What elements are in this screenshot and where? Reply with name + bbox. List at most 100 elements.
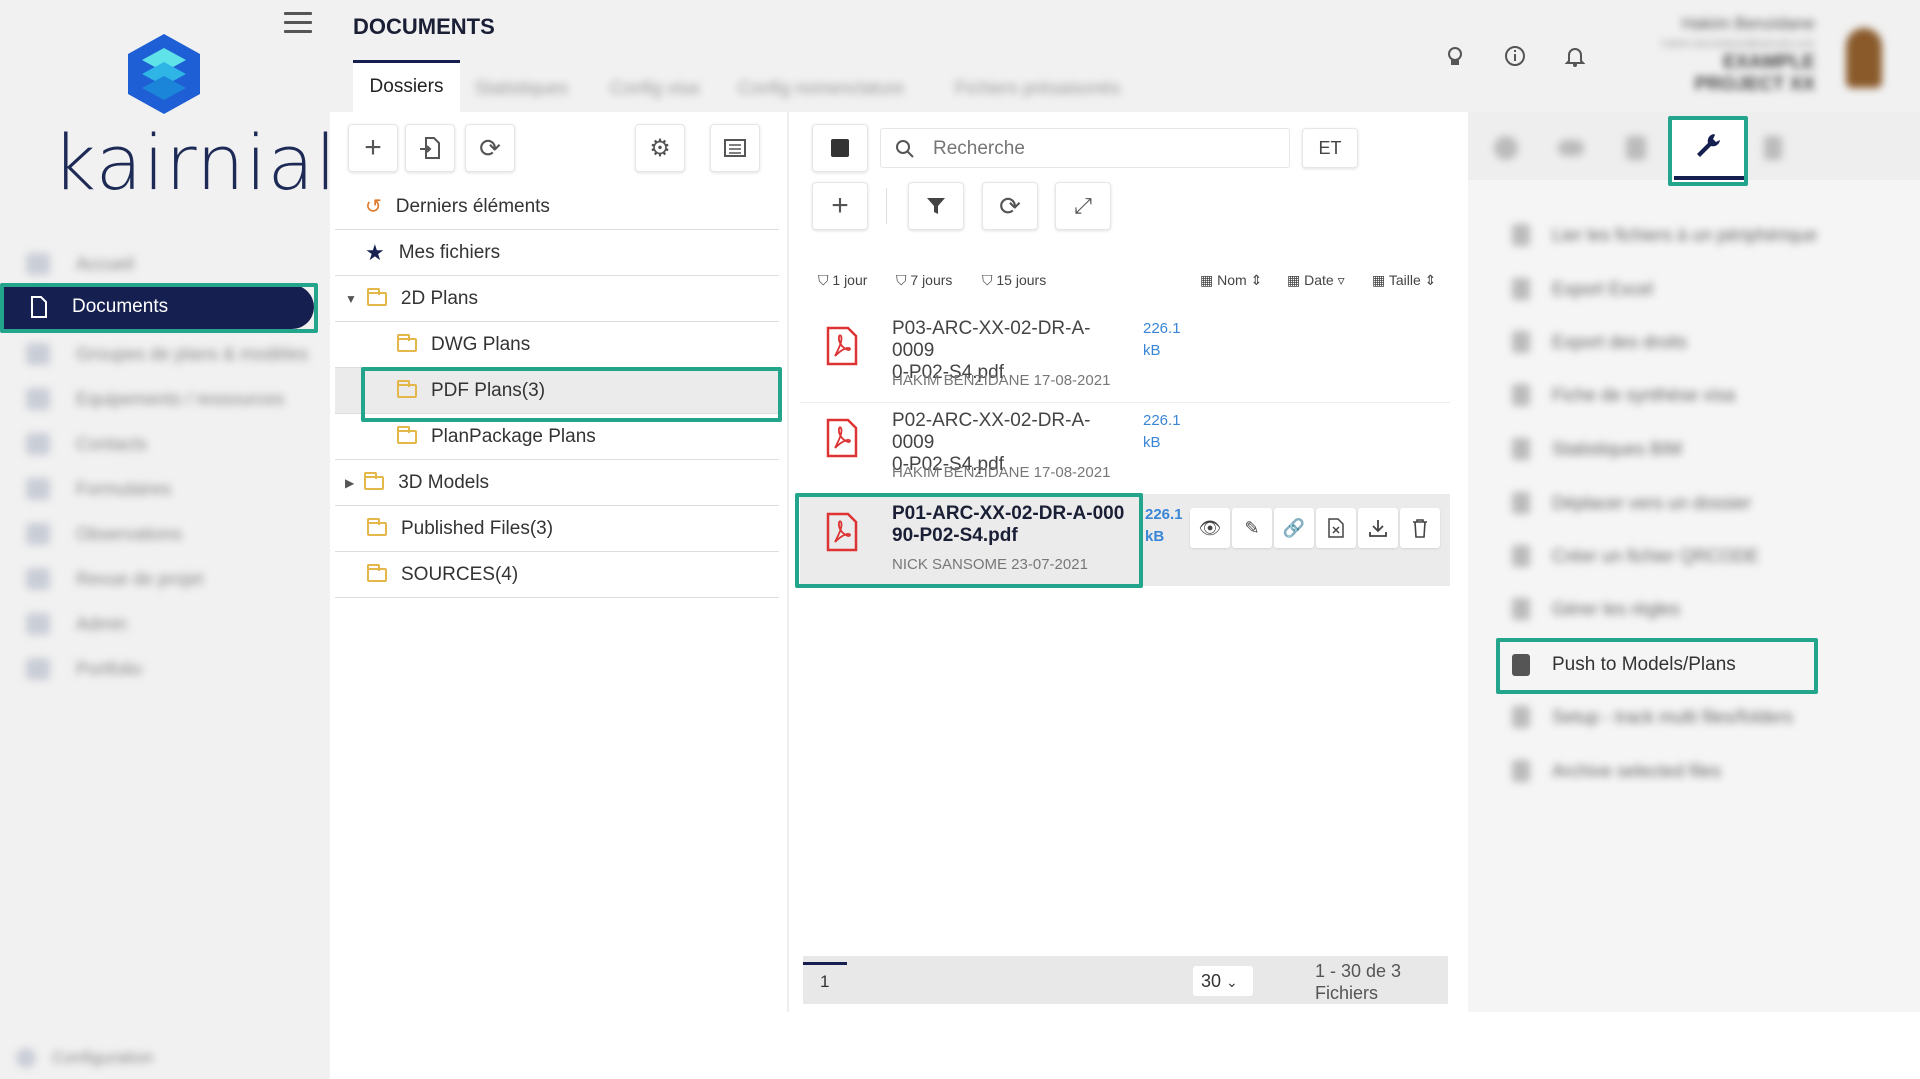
folder-item-sources[interactable]: SOURCES(4) (335, 552, 779, 598)
tab-config-visa[interactable]: Config visa (610, 78, 699, 99)
tab-statistiques[interactable]: Statistiques (475, 78, 568, 99)
sidebar-item-label: Observations (76, 523, 183, 544)
tool-item-fiche-visa[interactable]: Fiche de synthèse visa (1512, 384, 1735, 406)
file-author-date: HAKIM BENZIDANE 17-08-2021 (892, 464, 1111, 481)
import-button[interactable] (405, 124, 455, 172)
caret-down-icon[interactable]: ▼ (345, 292, 357, 306)
folder-label: DWG Plans (431, 333, 531, 355)
folder-item-dwg-plans[interactable]: DWG Plans (335, 322, 779, 368)
tool-item-stats-bim[interactable]: Statistiques BIM (1512, 438, 1682, 460)
caret-right-icon[interactable]: ▶ (345, 476, 354, 490)
portfolio-icon (26, 658, 50, 680)
hamburger-menu-icon[interactable] (284, 12, 312, 34)
list-icon (724, 139, 746, 157)
bell-icon[interactable] (1563, 44, 1587, 68)
support-agent-icon[interactable] (1443, 44, 1467, 68)
share-tab-icon[interactable] (1626, 136, 1646, 160)
info-icon[interactable] (1503, 44, 1527, 68)
folder-label: SOURCES(4) (401, 563, 519, 585)
sidebar-item-portfolio[interactable]: Portfolio (18, 651, 318, 687)
page-indicator (803, 962, 847, 965)
download-button[interactable] (1358, 508, 1398, 548)
tools-tab-5-icon[interactable] (1764, 136, 1782, 160)
quick-filter-15-days[interactable]: ⛉ 15 jours (982, 272, 1046, 289)
page-number[interactable]: 1 (820, 972, 829, 992)
add-file-button[interactable]: + (812, 182, 868, 230)
sidebar-configuration[interactable]: Configuration (8, 1040, 308, 1076)
file-name[interactable]: P01-ARC-XX-02-DR-A-000 90-P02-S4.pdf (892, 503, 1132, 547)
folder-item-derniers[interactable]: ↺ Derniers éléments (335, 184, 779, 230)
tab-fichiers[interactable]: Fichiers présaisonés (955, 78, 1120, 99)
sort-by-name[interactable]: ▦ Nom ⇕ (1200, 272, 1262, 289)
folder-icon (367, 517, 387, 536)
sort-by-size[interactable]: ▦ Taille ⇕ (1372, 272, 1436, 289)
sidebar-item-formulaires[interactable]: Formulaires (18, 471, 318, 507)
tool-item-qrcode[interactable]: Créer un fichier QRCODE (1512, 545, 1759, 567)
sidebar-item-groupes[interactable]: Groupes de plans & modèles (18, 336, 318, 372)
tool-item-lier[interactable]: Lier les fichiers à un périphérique (1512, 224, 1817, 246)
quick-filter-7-days[interactable]: ⛉ 7 jours (896, 272, 952, 289)
tool-item-push-to-models[interactable]: Push to Models/Plans (1512, 654, 1736, 676)
sidebar-item-documents[interactable]: Documents (4, 285, 314, 329)
operator-toggle[interactable]: ET (1302, 128, 1358, 168)
search-box (880, 128, 1290, 168)
sidebar-item-revue[interactable]: Revue de projet (18, 561, 318, 597)
table-icon: ▦ (1200, 272, 1214, 288)
sort-label: Taille (1388, 272, 1421, 288)
quick-filter-1-day[interactable]: ⛉ 1 jour (818, 272, 867, 289)
file-icon (1512, 384, 1530, 406)
sidebar-item-equipements[interactable]: Equipements / ressources (18, 381, 318, 417)
history-icon: ↺ (365, 196, 382, 218)
pagination-range: 1 - 30 de 3 Fichiers (1315, 961, 1402, 1003)
tab-dossiers[interactable]: Dossiers (353, 60, 460, 112)
sidebar-item-contacts[interactable]: Contacts (18, 426, 318, 462)
panel-divider[interactable] (787, 112, 789, 1012)
excel-export-button[interactable] (1316, 508, 1356, 548)
edit-button[interactable]: ✎ (1232, 508, 1272, 548)
pencil-icon: ✎ (1244, 517, 1260, 538)
filter-button[interactable] (908, 182, 964, 230)
filter-icon: ⛉ (818, 272, 829, 288)
avatar[interactable] (1846, 28, 1882, 88)
tool-item-regles[interactable]: Gérer les règles (1512, 598, 1680, 620)
delete-button[interactable] (1400, 508, 1440, 548)
filter-icon (927, 198, 945, 214)
search-input[interactable] (931, 135, 1275, 163)
folder-item-published[interactable]: Published Files(3) (335, 506, 779, 552)
eye-tab-icon[interactable] (1558, 140, 1584, 156)
folder-label: Published Files(3) (401, 517, 554, 539)
tool-item-export-droits[interactable]: Export des droits (1512, 331, 1687, 353)
folder-item-2d-plans[interactable]: ▼ 2D Plans (335, 276, 779, 322)
sidebar-item-observations[interactable]: Observations (18, 516, 318, 552)
tool-item-setup-track[interactable]: Setup - track multi files/folders (1512, 706, 1793, 728)
document-icon (31, 296, 47, 318)
sidebar-item-label: Accueil (76, 253, 135, 274)
folder-label: PlanPackage Plans (431, 425, 596, 447)
tab-config-nomenclature[interactable]: Config nomenclature (738, 78, 904, 99)
link-button[interactable]: 🔗 (1274, 508, 1314, 548)
active-tab-indicator (1674, 176, 1744, 180)
folder-item-3d-models[interactable]: ▶ 3D Models (335, 460, 779, 506)
tool-item-archive[interactable]: Archive selected files (1512, 760, 1721, 782)
home-icon (26, 253, 50, 275)
per-page-select[interactable]: 30 ⌄ (1193, 966, 1253, 996)
sidebar-item-admin[interactable]: Admin (18, 606, 318, 642)
select-all-button[interactable] (812, 124, 868, 172)
tool-item-deplacer[interactable]: Déplacer vers un dossier (1512, 492, 1751, 514)
folder-item-planpackage[interactable]: PlanPackage Plans (335, 414, 779, 460)
refresh-folders-button[interactable]: ⟳ (465, 124, 515, 172)
expand-button[interactable]: ⤢ (1055, 182, 1111, 230)
folder-item-mes-fichiers[interactable]: ★ Mes fichiers (335, 230, 779, 276)
tool-item-export-excel[interactable]: Export Excel (1512, 278, 1653, 300)
folder-item-pdf-plans[interactable]: PDF Plans(3) (335, 368, 779, 414)
eye-icon: 👁 (1198, 517, 1222, 538)
filter-icon: ⛉ (896, 272, 907, 288)
add-folder-button[interactable]: + (348, 124, 398, 172)
sidebar-item-accueil[interactable]: Accueil (18, 246, 318, 282)
list-view-button[interactable] (710, 124, 760, 172)
preview-button[interactable]: 👁 (1190, 508, 1230, 548)
folder-settings-button[interactable]: ⚙ (635, 124, 685, 172)
sort-by-date[interactable]: ▦ Date ▿ (1287, 272, 1345, 289)
tools-tab-1-icon[interactable] (1494, 136, 1518, 160)
refresh-files-button[interactable]: ⟳ (982, 182, 1038, 230)
